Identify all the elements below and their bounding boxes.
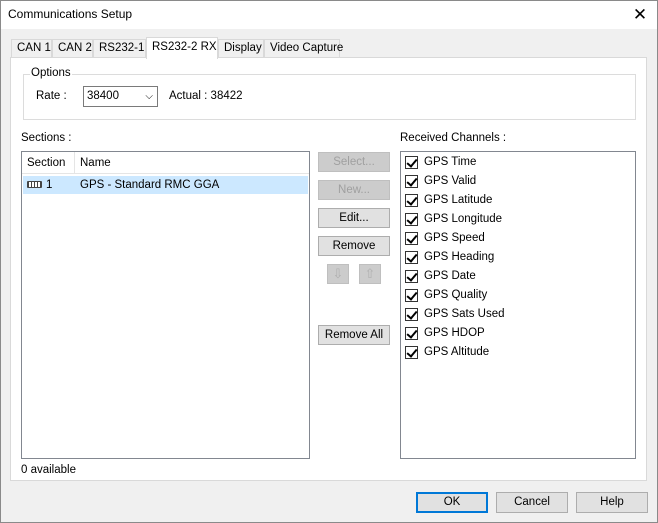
remove-all-button[interactable]: Remove All — [318, 325, 390, 345]
checkbox[interactable] — [405, 251, 418, 264]
channel-label: GPS Date — [424, 270, 476, 282]
channel-label: GPS Latitude — [424, 194, 493, 206]
rate-value: 38400 — [87, 90, 119, 102]
rs232-2-rx-panel: Options Rate : 38400 ⌵ Actual : 38422 Se… — [10, 57, 647, 481]
channel-label: GPS Sats Used — [424, 308, 505, 320]
checkbox[interactable] — [405, 270, 418, 283]
received-channels-list: GPS Time GPS Valid GPS Latitude GPS Long… — [400, 151, 636, 459]
checkbox[interactable] — [405, 308, 418, 321]
channel-label: GPS Time — [424, 156, 477, 168]
edit-button[interactable]: Edit... — [318, 208, 390, 228]
serial-port-icon — [27, 181, 42, 188]
cancel-button[interactable]: Cancel — [496, 492, 568, 513]
ok-button[interactable]: OK — [416, 492, 488, 513]
channel-label: GPS Speed — [424, 232, 485, 244]
sections-label: Sections : — [21, 132, 72, 144]
sections-header: Section Name — [22, 152, 309, 174]
checkbox[interactable] — [405, 289, 418, 302]
checkbox[interactable] — [405, 156, 418, 169]
table-row[interactable]: 1 GPS - Standard RMC GGA — [23, 176, 308, 194]
checkbox[interactable] — [405, 175, 418, 188]
tab-video-capture[interactable]: Video Capture — [264, 39, 343, 58]
tab-display[interactable]: Display — [218, 39, 264, 58]
section-number: 1 — [46, 179, 53, 191]
available-count: 0 available — [21, 464, 76, 476]
channel-label: GPS Valid — [424, 175, 477, 187]
column-header-name[interactable]: Name — [75, 152, 307, 174]
rate-select[interactable]: 38400 ⌵ — [83, 86, 158, 107]
close-icon[interactable]: ✕ — [623, 1, 657, 29]
arrow-up-icon[interactable]: ⇧ — [359, 264, 381, 284]
tab-can1[interactable]: CAN 1 — [11, 39, 52, 58]
remove-button[interactable]: Remove — [318, 236, 390, 256]
tab-rs232-1[interactable]: RS232-1 — [93, 39, 146, 58]
channel-label: GPS Longitude — [424, 213, 503, 225]
tab-rs232-2-rx[interactable]: RS232-2 RX — [146, 37, 218, 59]
channel-label: GPS Altitude — [424, 346, 490, 358]
checkbox[interactable] — [405, 194, 418, 207]
section-name: GPS - Standard RMC GGA — [80, 179, 220, 191]
checkbox[interactable] — [405, 327, 418, 340]
checkbox[interactable] — [405, 213, 418, 226]
rate-label: Rate : — [36, 90, 67, 102]
title-bar: Communications Setup ✕ — [1, 1, 657, 29]
received-channels-label: Received Channels : — [400, 132, 507, 144]
channel-label: GPS Quality — [424, 289, 488, 301]
help-button[interactable]: Help — [576, 492, 648, 513]
new-button[interactable]: New... — [318, 180, 390, 200]
arrow-down-icon[interactable]: ⇩ — [327, 264, 349, 284]
checkbox[interactable] — [405, 346, 418, 359]
channel-label: GPS HDOP — [424, 327, 485, 339]
select-button[interactable]: Select... — [318, 152, 390, 172]
sections-list[interactable]: Section Name 1 GPS - Standard RMC GGA — [21, 151, 310, 459]
channel-label: GPS Heading — [424, 251, 495, 263]
tab-can2[interactable]: CAN 2 — [52, 39, 93, 58]
checkbox[interactable] — [405, 232, 418, 245]
window-title: Communications Setup — [8, 7, 133, 21]
actual-rate: Actual : 38422 — [169, 90, 243, 102]
column-header-section[interactable]: Section — [22, 152, 75, 174]
chevron-down-icon: ⌵ — [145, 91, 153, 102]
options-legend: Options — [30, 67, 72, 79]
communications-setup-dialog: Communications Setup ✕ CAN 1 CAN 2 RS232… — [0, 0, 658, 523]
